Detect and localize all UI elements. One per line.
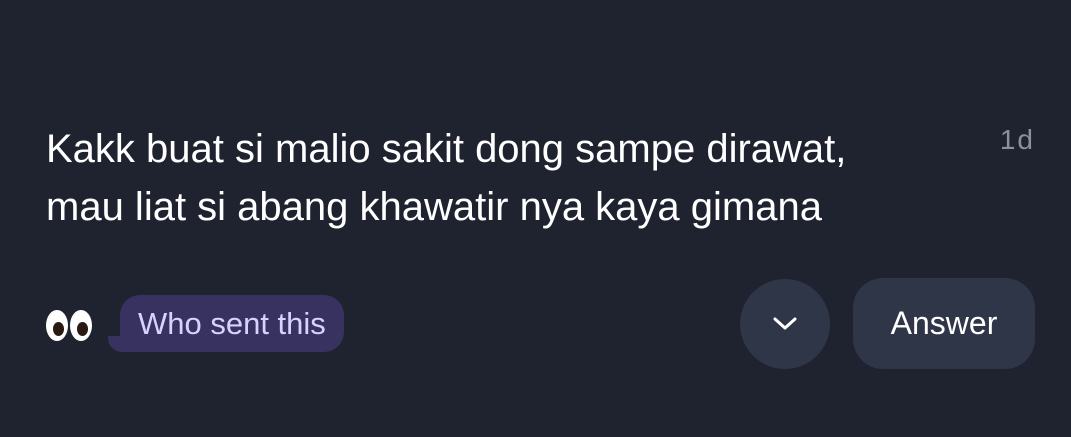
eyes-emoji-icon <box>46 308 94 344</box>
expand-button[interactable] <box>740 279 830 369</box>
chevron-down-icon <box>773 317 797 330</box>
who-sent-this-button[interactable]: Who sent this <box>120 295 344 352</box>
answer-label: Answer <box>890 305 998 341</box>
left-eye <box>46 310 68 341</box>
who-sent-this-label: Who sent this <box>138 306 326 341</box>
question-card: Kakk buat si malio sakit dong sampe dira… <box>0 0 1071 437</box>
right-eye <box>70 310 92 341</box>
answer-button[interactable]: Answer <box>853 278 1035 369</box>
question-text-line-1: Kakk buat si malio sakit dong sampe dira… <box>46 127 847 171</box>
timestamp: 1d <box>999 124 1035 155</box>
question-message: Kakk buat si malio sakit dong sampe dira… <box>46 120 966 236</box>
question-text-line-2: mau liat si abang khawatir nya kaya gima… <box>46 185 822 229</box>
